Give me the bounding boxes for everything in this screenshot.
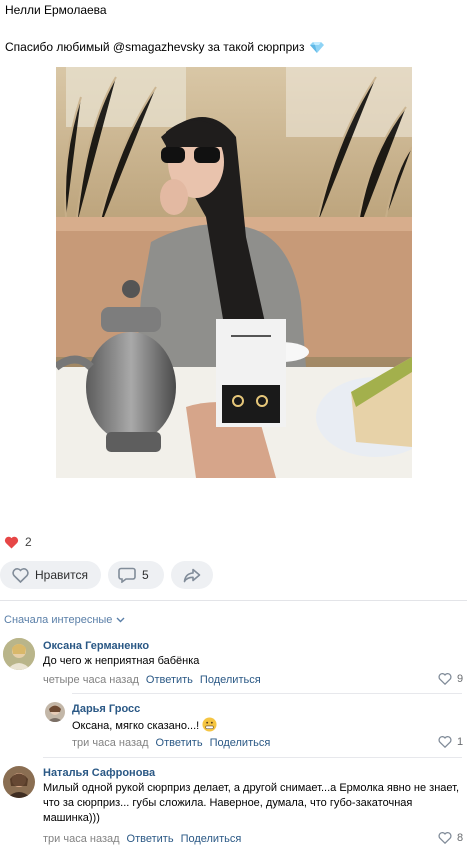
post-actions: Нравится 5	[0, 561, 213, 589]
avatar[interactable]	[45, 702, 65, 722]
comment-text: До чего ж неприятная бабёнка	[43, 655, 200, 667]
post-divider	[0, 600, 467, 601]
comment-time[interactable]: четыре часа назад	[43, 674, 139, 686]
reply-button[interactable]: Ответить	[156, 737, 203, 749]
comment-time[interactable]: три часа назад	[72, 737, 149, 749]
heart-outline-icon	[438, 736, 452, 748]
avatar[interactable]	[3, 766, 35, 798]
reply-button[interactable]: Ответить	[146, 674, 193, 686]
reactions-count: 2	[25, 535, 32, 549]
post-text: Спасибо любимый @smagazhevsky за такой с…	[5, 40, 324, 54]
comment-like-button[interactable]: 1	[438, 736, 463, 748]
comment-author-name[interactable]: Наталья Сафронова	[43, 767, 155, 779]
comment-time[interactable]: три часа назад	[43, 833, 120, 845]
post-author-name[interactable]: Нелли Ермолаева	[5, 3, 107, 17]
reply-button[interactable]: Ответить	[127, 833, 174, 845]
comment-author-name[interactable]: Оксана Германенко	[43, 640, 149, 652]
comment-text-content: Оксана, мягко сказано...!	[72, 720, 200, 732]
comment-like-count: 9	[457, 673, 464, 685]
comment-icon	[118, 567, 136, 583]
comment-divider	[72, 693, 462, 694]
heart-outline-icon	[438, 832, 452, 844]
share-arrow-icon	[183, 568, 201, 582]
comment-meta: три часа назад Ответить Поделиться	[72, 737, 270, 749]
comments-count: 5	[142, 568, 149, 582]
like-button[interactable]: Нравится	[0, 561, 101, 589]
comment-like-button[interactable]: 9	[438, 673, 463, 685]
comment-like-count: 1	[457, 736, 464, 748]
post-photo[interactable]	[56, 67, 412, 478]
heart-outline-icon	[438, 673, 452, 685]
grimace-emoji-icon	[202, 717, 217, 732]
share-comment-button[interactable]: Поделиться	[210, 737, 271, 749]
comments-sort-dropdown[interactable]: Сначала интересные	[4, 614, 125, 626]
comment-divider	[43, 757, 462, 758]
comment-like-button[interactable]: 8	[438, 832, 463, 844]
post-text-content: Спасибо любимый @smagazhevsky за такой с…	[5, 40, 305, 54]
comment-like-count: 8	[457, 832, 464, 844]
comments-button[interactable]: 5	[108, 561, 164, 589]
post-reactions[interactable]: 2	[4, 535, 32, 549]
heart-outline-icon	[12, 567, 29, 583]
comment-meta: четыре часа назад Ответить Поделиться	[43, 674, 261, 686]
share-comment-button[interactable]: Поделиться	[181, 833, 242, 845]
comment-author-name[interactable]: Дарья Гросс	[72, 703, 140, 715]
share-comment-button[interactable]: Поделиться	[200, 674, 261, 686]
comment-meta: три часа назад Ответить Поделиться	[43, 833, 241, 845]
heart-icon	[4, 536, 19, 549]
comments-sort-label: Сначала интересные	[4, 614, 113, 626]
chevron-down-icon	[116, 617, 125, 623]
comment-text: Милый одной рукой сюрприз делает, а друг…	[43, 782, 460, 824]
share-button[interactable]	[171, 561, 213, 589]
avatar[interactable]	[3, 638, 35, 670]
gem-icon	[309, 42, 324, 53]
like-button-label: Нравится	[35, 568, 88, 582]
comment-text: Оксана, мягко сказано...!	[72, 717, 442, 734]
